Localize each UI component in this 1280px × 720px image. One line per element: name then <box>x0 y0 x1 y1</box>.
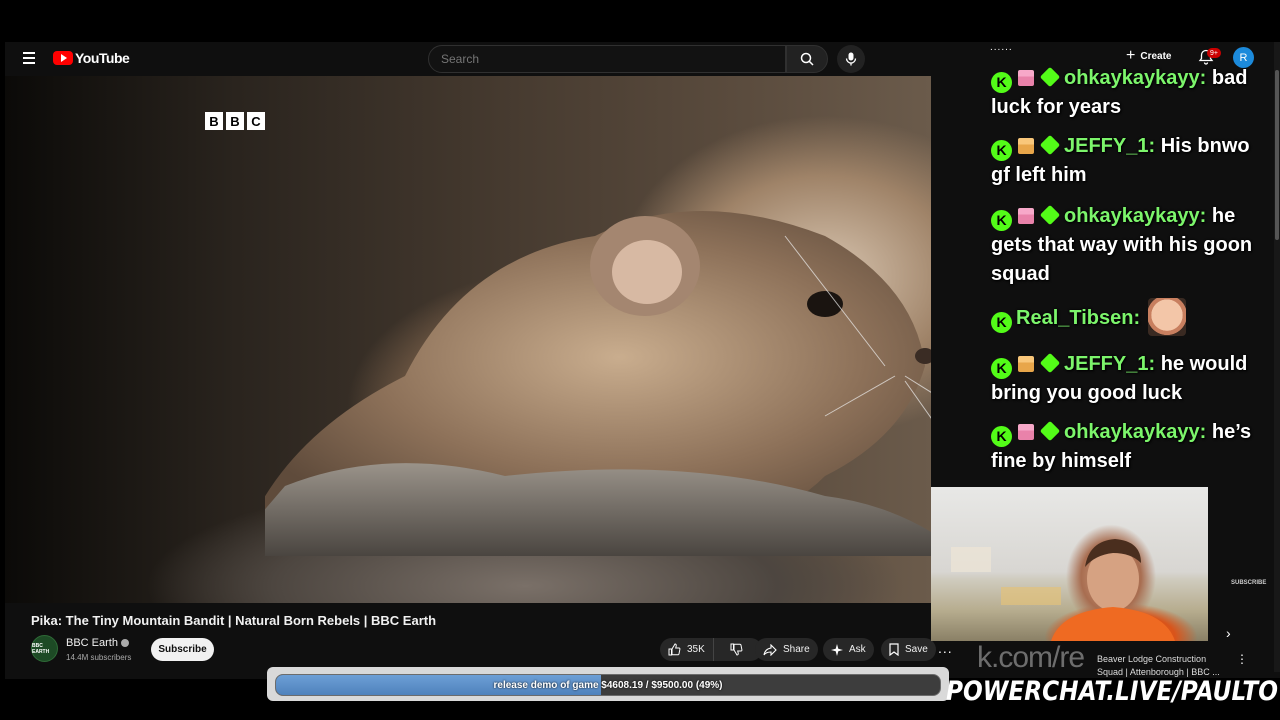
video-title: Pika: The Tiny Mountain Bandit | Natural… <box>31 613 437 628</box>
video-player[interactable]: B B C <box>5 76 931 603</box>
gift-pink-icon <box>1018 424 1034 440</box>
powerchat-branding: POWERCHAT.LIVE/PAULTOWN <box>946 676 1280 707</box>
chat-top-fragment: ...... <box>990 42 1013 53</box>
kick-badge-icon: K <box>991 210 1012 231</box>
dislike-button[interactable] <box>720 638 754 661</box>
youtube-play-icon <box>53 51 73 65</box>
ask-label: Ask <box>849 644 866 655</box>
more-actions-button[interactable]: ... <box>938 640 953 656</box>
chat-username: ohkaykaykayy: <box>1064 421 1207 443</box>
bbc-letter: B <box>226 112 244 130</box>
youtube-logo[interactable]: YouTube <box>53 50 130 66</box>
next-arrow-icon[interactable]: › <box>1226 625 1231 641</box>
like-count: 35K <box>687 644 705 655</box>
channel-avatar[interactable]: BBC EARTH <box>31 635 58 662</box>
streamer-webcam <box>931 487 1208 641</box>
donation-goal-bar: release demo of game $4608.19 / $9500.00… <box>275 674 941 696</box>
chat-message: K JEFFY_1: he would bring you good luck <box>991 350 1261 408</box>
kick-badge-icon: K <box>991 312 1012 333</box>
chat-username: ohkaykaykayy: <box>1064 67 1207 89</box>
save-label: Save <box>905 644 928 655</box>
ask-button[interactable]: Ask <box>823 638 874 661</box>
notification-count-badge: 9+ <box>1207 48 1221 58</box>
recommended-more-icon[interactable]: ⋮ <box>1236 652 1248 666</box>
share-icon <box>763 643 777 656</box>
gem-badge-icon <box>1039 352 1061 374</box>
chat-message: K JEFFY_1: His bnwo gf left him <box>991 132 1261 190</box>
search-input[interactable] <box>429 46 785 72</box>
bbc-letter: C <box>247 112 265 130</box>
pika-image <box>265 211 931 556</box>
gift-pink-icon <box>1018 208 1034 224</box>
subscriber-count: 14.4M subscribers <box>66 653 132 662</box>
like-button[interactable]: 35K <box>660 638 714 661</box>
stream-top-border <box>0 0 1280 42</box>
kick-badge-icon: K <box>991 426 1012 447</box>
thumbs-up-icon <box>668 643 681 656</box>
gem-badge-icon <box>1039 420 1061 442</box>
share-label: Share <box>783 644 810 655</box>
microphone-icon <box>845 52 857 66</box>
thumbs-down-icon <box>730 643 743 656</box>
menu-icon[interactable] <box>23 52 35 64</box>
chat-message: K Real_Tibsen: <box>991 298 1261 336</box>
search-icon <box>800 52 814 66</box>
chat-message: Kohkaykaykayy: bad luck for years <box>991 64 1261 122</box>
share-button[interactable]: Share <box>755 638 818 661</box>
create-label: Create <box>1140 50 1172 62</box>
search-box[interactable] <box>428 45 786 73</box>
gift-orange-icon <box>1018 356 1034 372</box>
subscribe-watermark[interactable]: SUBSCRIBE <box>1231 580 1266 586</box>
chat-username: JEFFY_1: <box>1064 135 1156 157</box>
verified-icon <box>120 639 129 648</box>
chat-username: Real_Tibsen: <box>1016 307 1141 329</box>
chat-username: JEFFY_1: <box>1064 353 1156 375</box>
scrollbar-thumb[interactable] <box>1275 70 1279 240</box>
chat-username: ohkaykaykayy: <box>1064 205 1207 227</box>
gem-badge-icon <box>1039 66 1061 88</box>
like-dislike-group: 35K <box>660 638 762 661</box>
voice-search-button[interactable] <box>837 45 865 73</box>
gift-orange-icon <box>1018 138 1034 154</box>
bookmark-icon <box>889 643 899 656</box>
chat-message: Kohkaykaykayy: he’s fine by himself <box>991 418 1261 476</box>
subscribe-button[interactable]: Subscribe <box>151 638 214 661</box>
donation-goal-text: release demo of game $4608.19 / $9500.00… <box>493 679 723 691</box>
create-button[interactable]: + Create <box>1126 48 1171 64</box>
face-emote-icon <box>1148 298 1187 336</box>
kick-badge-icon: K <box>991 72 1012 93</box>
search-button[interactable] <box>786 45 828 73</box>
gift-pink-icon <box>1018 70 1034 86</box>
bbc-watermark: B B C <box>205 112 265 130</box>
gem-badge-icon <box>1039 134 1061 156</box>
channel-name[interactable]: BBC Earth <box>66 637 129 649</box>
kick-badge-icon: K <box>991 140 1012 161</box>
gem-badge-icon <box>1039 204 1061 226</box>
save-button[interactable]: Save <box>881 638 936 661</box>
youtube-wordmark: YouTube <box>75 50 130 66</box>
streamer-figure <box>951 539 1175 641</box>
overlay-url-text: k.com/re <box>977 641 1085 674</box>
kick-badge-icon: K <box>991 358 1012 379</box>
plus-icon: + <box>1126 47 1136 64</box>
channel-name-text[interactable]: BBC Earth <box>66 637 118 649</box>
chat-message: Kohkaykaykayy: he gets that way with his… <box>991 202 1261 289</box>
bbc-letter: B <box>205 112 223 130</box>
sparkle-icon <box>831 643 843 656</box>
